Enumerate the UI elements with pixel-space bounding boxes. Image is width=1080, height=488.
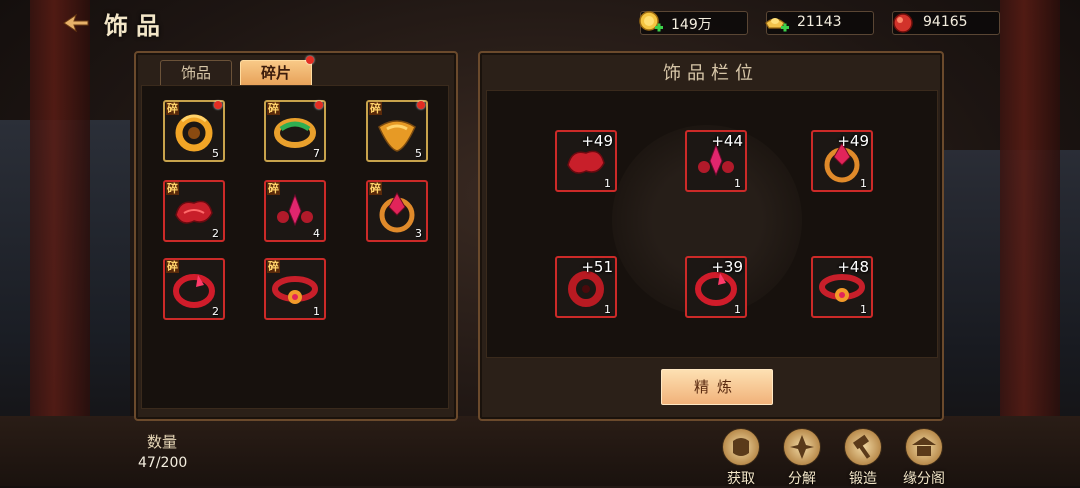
- pavilion-icon: [905, 428, 943, 466]
- accessory-slot[interactable]: +51 1: [555, 256, 617, 318]
- action-forge-button[interactable]: 锻造: [837, 428, 889, 487]
- action-decompose-label: 分解: [788, 471, 816, 487]
- action-pavilion-button[interactable]: 缘分阁: [898, 428, 950, 487]
- fragment-badge: 碎: [166, 260, 179, 273]
- item-count: 1: [604, 177, 611, 190]
- resource-gem-value: 94165: [923, 14, 968, 30]
- red-gem-icon: [889, 9, 917, 37]
- item-notification-dot: [417, 101, 425, 109]
- fragment-badge: 碎: [166, 102, 179, 115]
- back-arrow-icon[interactable]: [62, 11, 90, 35]
- page-title: 饰品: [104, 12, 168, 40]
- scroll-icon: [722, 428, 760, 466]
- inventory-count-value: 47/200: [138, 455, 188, 471]
- action-obtain-button[interactable]: 获取: [715, 428, 767, 487]
- accessory-slot[interactable]: +39 1: [685, 256, 747, 318]
- item-count: 1: [860, 303, 867, 316]
- resource-gem[interactable]: 94165: [892, 11, 1000, 35]
- item-notification-dot: [214, 101, 222, 109]
- item-count: 2: [212, 227, 219, 240]
- enhance-level: +49: [837, 132, 869, 150]
- item-count: 7: [313, 147, 320, 160]
- item-count: 1: [734, 177, 741, 190]
- item-notification-dot: [315, 101, 323, 109]
- fragment-item[interactable]: 碎 1: [264, 258, 326, 320]
- resource-gold-value: 149万: [671, 17, 712, 33]
- fragment-item[interactable]: 碎 7: [264, 100, 326, 162]
- fragment-item[interactable]: 碎 2: [163, 258, 225, 320]
- fragment-item[interactable]: 碎 2: [163, 180, 225, 242]
- fragment-item[interactable]: 碎 4: [264, 180, 326, 242]
- fragment-badge: 碎: [166, 182, 179, 195]
- enhance-level: +44: [711, 132, 743, 150]
- accessory-slot[interactable]: +44 1: [685, 130, 747, 192]
- decompose-icon: [783, 428, 821, 466]
- gold-ingot-icon: [763, 9, 791, 37]
- enhance-level: +49: [581, 132, 613, 150]
- item-count: 1: [734, 303, 741, 316]
- background-pillar: [1000, 0, 1060, 486]
- enhance-level: +48: [837, 258, 869, 276]
- accessory-slot[interactable]: +49 1: [811, 130, 873, 192]
- resource-ingot-value: 21143: [797, 14, 842, 30]
- fragment-item[interactable]: 碎 3: [366, 180, 428, 242]
- item-count: 1: [860, 177, 867, 190]
- fragment-badge: 碎: [267, 260, 280, 273]
- fragment-badge: 碎: [267, 182, 280, 195]
- item-count: 1: [604, 303, 611, 316]
- fragment-badge: 碎: [369, 182, 382, 195]
- action-pavilion-label: 缘分阁: [903, 471, 945, 487]
- hammer-icon: [844, 428, 882, 466]
- fragment-badge: 碎: [369, 102, 382, 115]
- tab-fragments[interactable]: 碎片: [240, 60, 312, 86]
- enhance-level: +51: [581, 258, 613, 276]
- accessory-slot[interactable]: +49 1: [555, 130, 617, 192]
- accessory-slot[interactable]: +48 1: [811, 256, 873, 318]
- inventory-count-label: 数量: [147, 433, 178, 451]
- item-count: 5: [212, 147, 219, 160]
- item-count: 4: [313, 227, 320, 240]
- slots-panel-title: 饰品栏位: [663, 63, 759, 84]
- resource-ingot[interactable]: 21143: [763, 9, 874, 37]
- action-decompose-button[interactable]: 分解: [776, 428, 828, 487]
- item-count: 5: [415, 147, 422, 160]
- item-count: 1: [313, 305, 320, 318]
- fragment-badge: 碎: [267, 102, 280, 115]
- action-obtain-label: 获取: [727, 471, 755, 487]
- action-forge-label: 锻造: [849, 471, 877, 487]
- enhance-level: +39: [711, 258, 743, 276]
- resource-gold[interactable]: 149万: [637, 9, 748, 37]
- gold-coin-icon: [637, 9, 665, 37]
- fragment-item[interactable]: 碎 5: [366, 100, 428, 162]
- refine-button[interactable]: 精炼: [661, 369, 773, 405]
- tab-notification-dot: [306, 56, 314, 64]
- background-pillar: [30, 0, 90, 486]
- item-count: 2: [212, 305, 219, 318]
- item-count: 3: [415, 227, 422, 240]
- fragment-item[interactable]: 碎 5: [163, 100, 225, 162]
- tab-accessories[interactable]: 饰品: [160, 60, 232, 86]
